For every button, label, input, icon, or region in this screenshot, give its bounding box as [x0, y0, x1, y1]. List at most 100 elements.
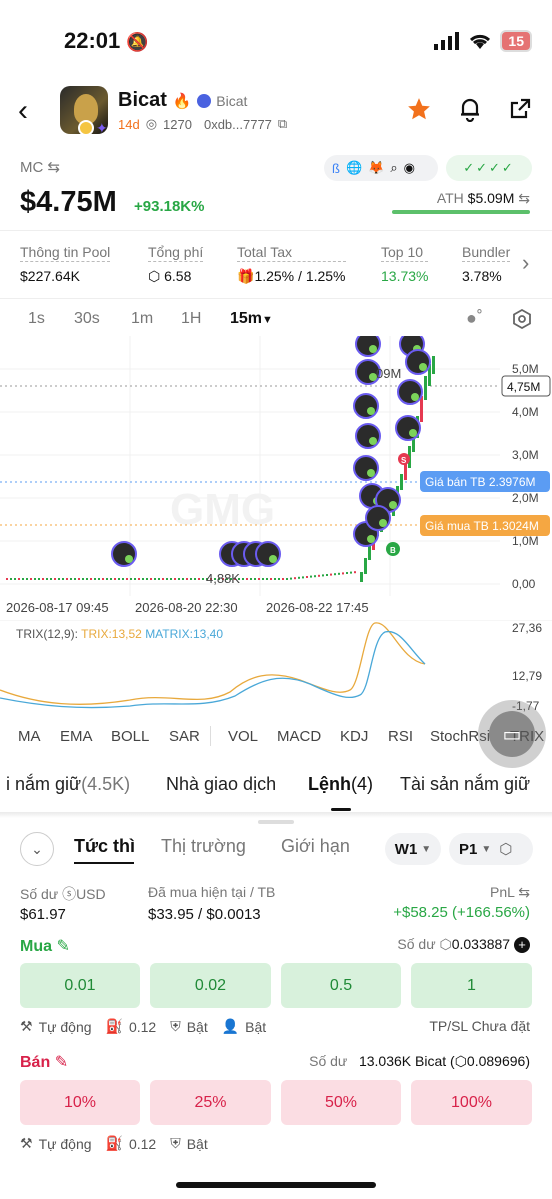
candle: [110, 578, 112, 580]
copy-trade-label[interactable]: Bật: [245, 1019, 266, 1035]
sell-percent-button[interactable]: 100%: [411, 1080, 532, 1125]
gas-value[interactable]: 0.12: [129, 1136, 156, 1152]
trader-marker: [111, 541, 137, 567]
feather-icon[interactable]: ß: [332, 161, 340, 176]
social-links-chip[interactable]: ß 🌐 🦊 ⌕ ◉: [324, 155, 438, 181]
trix-legend: TRIX(12,9): TRIX:13,52 MATRIX:13,40: [16, 627, 223, 641]
indicator-rsi[interactable]: RSI: [388, 728, 413, 745]
candle: [420, 396, 423, 422]
mev-label[interactable]: Bật: [187, 1019, 208, 1035]
preset-selector[interactable]: P1 ▼ ⬡: [449, 833, 533, 865]
indicator-vol[interactable]: VOL: [228, 728, 258, 745]
mev-label[interactable]: Bật: [187, 1136, 208, 1152]
buy-amount-button[interactable]: 1: [411, 963, 532, 1008]
settings-hex-icon[interactable]: [512, 309, 532, 329]
stat-total-fee[interactable]: Tổng phí ⬡ 6.58: [148, 244, 204, 285]
indicator-boll[interactable]: BOLL: [111, 728, 149, 745]
candle: [298, 576, 300, 579]
stat-pool-info[interactable]: Thông tin Pool $227.64K: [20, 244, 111, 284]
timeframe-15m[interactable]: 15m▼: [230, 310, 273, 328]
coin-icon[interactable]: ◉: [404, 160, 415, 176]
x-tick: 2026-08-22 17:45: [266, 600, 369, 615]
trix-value: TRIX:13,52: [81, 627, 142, 641]
drag-handle[interactable]: [258, 820, 294, 824]
sell-percent-button[interactable]: 25%: [150, 1080, 271, 1125]
tab-assets[interactable]: Tài sản nắm giữ: [400, 774, 530, 795]
security-checks-chip[interactable]: ✓✓✓✓: [446, 155, 532, 181]
back-button[interactable]: ‹: [18, 96, 28, 126]
collapse-button[interactable]: ⌄: [20, 832, 54, 866]
stat-top-10[interactable]: Top 10 13.73%: [381, 244, 429, 284]
star-icon[interactable]: [406, 96, 432, 122]
caret-down-icon: ▼: [421, 843, 432, 855]
candle: [282, 578, 284, 580]
candle: [186, 578, 188, 580]
auto-label[interactable]: Tự động: [39, 1136, 92, 1152]
buy-amount-button[interactable]: 0.02: [150, 963, 271, 1008]
dots-icon[interactable]: ●˚: [466, 308, 483, 329]
floating-action-button[interactable]: ▭: [478, 700, 546, 768]
stat-total-tax[interactable]: Total Tax 🎁1.25% / 1.25%: [237, 244, 346, 285]
settings-hex-icon[interactable]: ⬡: [499, 840, 512, 858]
fox-icon[interactable]: 🦊: [368, 160, 384, 176]
timeframe-30s[interactable]: 30s: [74, 310, 100, 328]
sell-percent-button[interactable]: 50%: [281, 1080, 401, 1125]
buy-amount-button[interactable]: 0.01: [20, 963, 140, 1008]
candle: [432, 356, 435, 374]
copy-icon[interactable]: ⧉: [278, 116, 287, 132]
indicator-sar[interactable]: SAR: [169, 728, 200, 745]
chevron-left-icon: ‹: [18, 94, 28, 127]
buy-amount-button[interactable]: 0.5: [281, 963, 401, 1008]
sell-percent-button[interactable]: 10%: [20, 1080, 140, 1125]
search-icon[interactable]: ⌕: [390, 160, 397, 176]
shield-icon: ⛨: [170, 1135, 181, 1151]
trader-marker-badge: [269, 555, 277, 563]
timeframe-1h[interactable]: 1H: [181, 310, 201, 328]
candle: [86, 578, 88, 580]
pencil-icon[interactable]: ✎: [55, 1054, 68, 1071]
chevron-right-icon[interactable]: ›: [522, 250, 529, 276]
indicator-ma[interactable]: MA: [18, 728, 41, 745]
swap-icon: ⇆: [518, 190, 530, 206]
wallet-selector[interactable]: W1 ▼: [385, 833, 441, 865]
tab-holders[interactable]: i nắm giữ(4.5K): [6, 774, 130, 795]
indicator-ema[interactable]: EMA: [60, 728, 93, 745]
indicator-kdj[interactable]: KDJ: [340, 728, 368, 745]
tab-traders[interactable]: Nhà giao dịch: [166, 774, 276, 795]
pencil-icon[interactable]: ✎: [56, 938, 69, 955]
candle: [130, 578, 132, 580]
plus-circle-icon[interactable]: +: [514, 937, 530, 953]
timeframe-1m[interactable]: 1m: [131, 310, 153, 328]
order-type-market[interactable]: Thị trường: [161, 836, 246, 857]
order-type-instant[interactable]: Tức thì: [74, 836, 135, 857]
mc-label[interactable]: MC ⇆: [20, 158, 60, 176]
trader-marker: [255, 541, 281, 567]
share-icon[interactable]: [508, 97, 532, 121]
candle: [318, 574, 320, 577]
gas-value[interactable]: 0.12: [129, 1019, 156, 1035]
flame-icon: 🔥: [172, 93, 192, 110]
x-tick: 2026-08-17 09:45: [6, 600, 109, 615]
tab-orders[interactable]: Lệnh(4): [308, 774, 373, 795]
candle: [42, 578, 44, 580]
y-tick: 0,00: [512, 577, 536, 591]
globe-icon[interactable]: 🌐: [346, 160, 362, 176]
candle: [326, 574, 328, 576]
stat-bundler[interactable]: Bundler 3.78%: [462, 244, 511, 284]
bell-icon[interactable]: [458, 96, 482, 122]
stat-label: Bundler: [462, 244, 511, 262]
order-type-limit[interactable]: Giới hạn: [281, 836, 350, 857]
user-icon: 👤: [221, 1018, 240, 1034]
candle: [30, 578, 32, 580]
fuel-icon: ⛽: [105, 1135, 123, 1151]
auto-label[interactable]: Tự động: [39, 1019, 92, 1035]
tpsl-status[interactable]: TP/SL Chưa đặt: [429, 1018, 530, 1034]
candle: [26, 578, 28, 580]
pnl-label[interactable]: PnL ⇆: [490, 884, 530, 901]
cube-icon: ⬡: [148, 268, 161, 284]
timeframe-1s[interactable]: 1s: [28, 310, 45, 328]
stat-label: Tổng phí: [148, 244, 204, 262]
candle: [118, 578, 120, 580]
indicator-macd[interactable]: MACD: [277, 728, 321, 745]
price-chart[interactable]: GMG S B 4,88K 09M 5,0M 4,0M 3,0M 2,0M 1,…: [0, 336, 552, 596]
